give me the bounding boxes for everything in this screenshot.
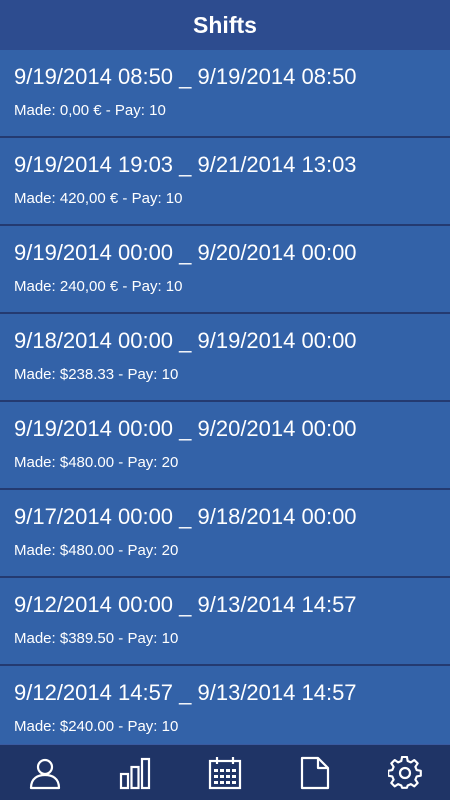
shift-row[interactable]: 9/19/2014 00:00 _ 9/20/2014 00:00 Made: … [0,402,450,488]
shift-summary: Made: $389.50 - Pay: 10 [14,630,178,647]
made-amount: 0,00 € [59,102,102,119]
nav-calendar-button[interactable] [180,745,270,800]
shift-summary: Made: 240,00 € - Pay: 10 [14,278,182,295]
made-amount: $238.33 [59,366,115,383]
made-amount: $240.00 [59,718,115,735]
shift-list[interactable]: 9/19/2014 08:50 _ 9/19/2014 08:50 Made: … [0,50,450,744]
shift-date-range: 9/19/2014 08:50 _ 9/19/2014 08:50 [14,64,357,89]
pay-label: Pay: [131,278,166,295]
shifts-screen: Shifts 9/19/2014 08:50 _ 9/19/2014 08:50… [0,0,450,800]
shift-row[interactable]: 9/12/2014 14:57 _ 9/13/2014 14:57 Made: … [0,666,450,744]
made-amount: 420,00 € [59,190,119,207]
pay-label: Pay: [127,718,162,735]
document-icon [300,756,330,789]
calendar-icon [208,756,242,789]
bottom-nav-bar [0,744,450,800]
shift-date-range: 9/19/2014 19:03 _ 9/21/2014 13:03 [14,152,357,177]
pay-label: Pay: [127,630,162,647]
shift-date-range: 9/19/2014 00:00 _ 9/20/2014 00:00 [14,416,357,441]
nav-settings-button[interactable] [360,745,450,800]
nav-profile-button[interactable] [0,745,90,800]
made-label: Made: [14,542,60,559]
pay-rate: 20 [161,454,179,471]
shift-summary: Made: $480.00 - Pay: 20 [14,542,178,559]
shift-date-range: 9/18/2014 00:00 _ 9/19/2014 00:00 [14,328,357,353]
pay-rate: 10 [165,278,183,295]
shift-date-range: 9/12/2014 00:00 _ 9/13/2014 14:57 [14,592,357,617]
separator: - [114,366,128,383]
separator: - [118,190,132,207]
pay-label: Pay: [114,102,150,119]
gear-icon [388,755,422,789]
made-label: Made: [14,102,60,119]
nav-stats-button[interactable] [90,745,180,800]
shift-date-range: 9/17/2014 00:00 _ 9/18/2014 00:00 [14,504,357,529]
shift-row[interactable]: 9/19/2014 19:03 _ 9/21/2014 13:03 Made: … [0,138,450,224]
shift-row[interactable]: 9/17/2014 00:00 _ 9/18/2014 00:00 Made: … [0,490,450,576]
bar-chart-icon [119,757,151,789]
separator: - [114,542,128,559]
made-amount: 240,00 € [59,278,119,295]
pay-rate: 10 [149,102,166,119]
made-amount: $480.00 [59,454,115,471]
made-label: Made: [14,630,60,647]
separator: - [114,454,128,471]
nav-reports-button[interactable] [270,745,360,800]
made-amount: $480.00 [59,542,115,559]
separator: - [118,278,132,295]
made-label: Made: [14,278,60,295]
pay-rate: 10 [161,718,179,735]
app-header: Shifts [0,0,450,50]
made-label: Made: [14,718,60,735]
shift-row[interactable]: 9/19/2014 08:50 _ 9/19/2014 08:50 Made: … [0,50,450,136]
made-label: Made: [14,454,60,471]
shift-summary: Made: 420,00 € - Pay: 10 [14,190,182,207]
separator: - [114,630,128,647]
shift-summary: Made: $480.00 - Pay: 20 [14,454,178,471]
pay-rate: 10 [165,190,183,207]
user-icon [29,758,61,789]
pay-rate: 10 [161,366,179,383]
separator: - [114,718,128,735]
pay-label: Pay: [127,454,162,471]
made-label: Made: [14,366,60,383]
shift-date-range: 9/12/2014 14:57 _ 9/13/2014 14:57 [14,680,357,705]
separator: - [101,102,115,119]
pay-rate: 20 [161,542,179,559]
shift-summary: Made: 0,00 € - Pay: 10 [14,102,166,119]
pay-label: Pay: [131,190,166,207]
shift-summary: Made: $238.33 - Pay: 10 [14,366,178,383]
shift-row[interactable]: 9/18/2014 00:00 _ 9/19/2014 00:00 Made: … [0,314,450,400]
page-title: Shifts [193,11,257,38]
pay-label: Pay: [127,366,162,383]
shift-row[interactable]: 9/12/2014 00:00 _ 9/13/2014 14:57 Made: … [0,578,450,664]
shift-date-range: 9/19/2014 00:00 _ 9/20/2014 00:00 [14,240,357,265]
shift-summary: Made: $240.00 - Pay: 10 [14,718,178,735]
made-amount: $389.50 [59,630,115,647]
pay-label: Pay: [127,542,162,559]
pay-rate: 10 [161,630,179,647]
made-label: Made: [14,190,60,207]
shift-row[interactable]: 9/19/2014 00:00 _ 9/20/2014 00:00 Made: … [0,226,450,312]
